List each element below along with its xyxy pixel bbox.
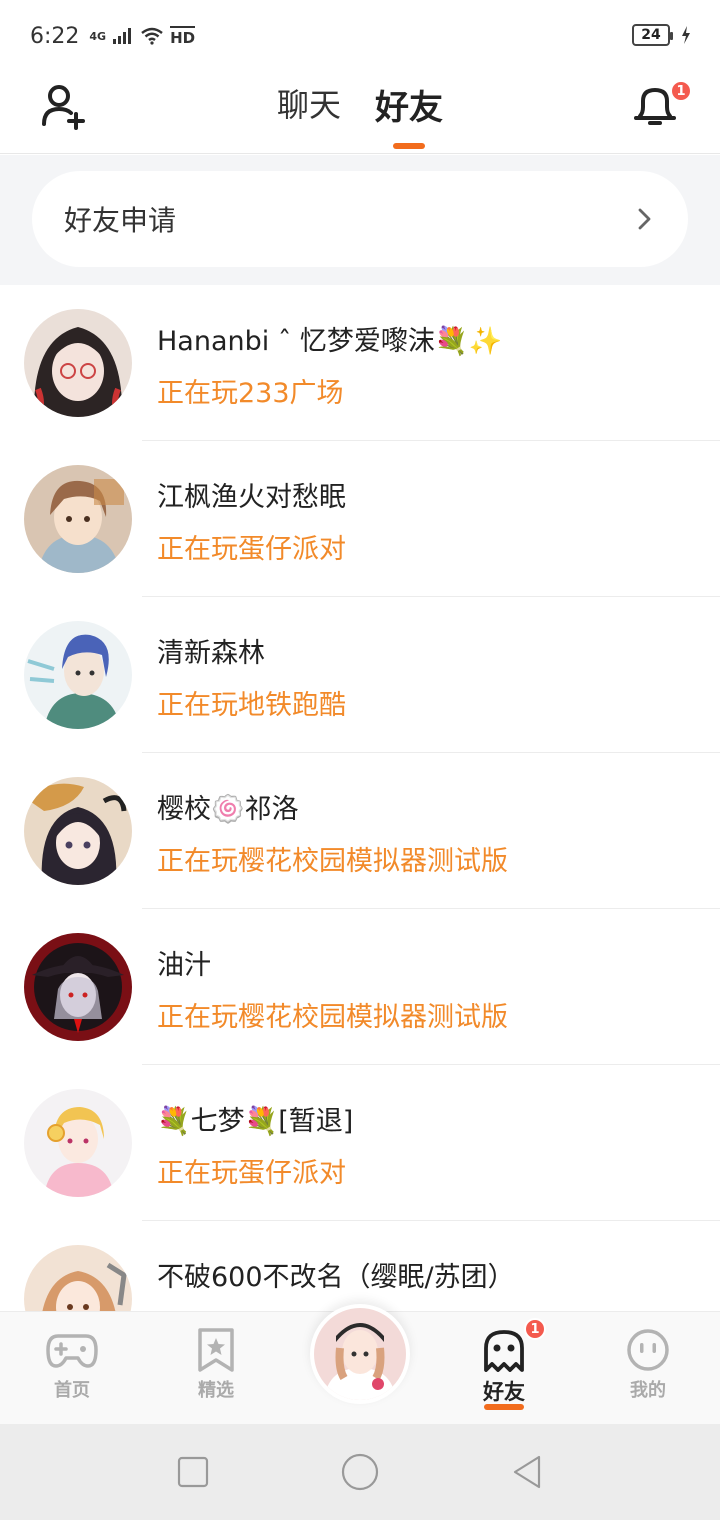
chevron-right-icon <box>638 208 651 230</box>
nav-friends[interactable]: 1 好友 <box>464 1318 546 1410</box>
avatar[interactable] <box>24 933 132 1041</box>
friend-item[interactable]: 清新森林 正在玩地铁跑酷 <box>0 597 720 753</box>
star-bookmark-icon <box>198 1328 234 1372</box>
center-avatar-button[interactable] <box>310 1304 410 1404</box>
friend-item[interactable]: 油汁 正在玩樱花校园模拟器测试版 <box>0 909 720 1065</box>
friend-item[interactable]: 不破600不改名（缨眠/苏团） <box>0 1221 720 1311</box>
nav-featured-label: 精选 <box>198 1380 234 1401</box>
friend-request-button[interactable]: 好友申请 <box>32 171 688 267</box>
friend-status: 正在玩樱花校园模拟器测试版 <box>157 846 508 877</box>
friend-status: 正在玩地铁跑酷 <box>157 690 346 721</box>
ghost-icon <box>484 1330 524 1372</box>
friend-list: Hananbi ˆ 忆梦爱嚟沫💐✨ 正在玩233广场 江枫渔火对愁眠 正在玩蛋仔… <box>0 285 720 1311</box>
system-nav-bar <box>0 1424 720 1520</box>
nav-home[interactable]: 首页 <box>32 1328 112 1402</box>
avatar[interactable] <box>24 777 132 885</box>
friend-request-label: 好友申请 <box>64 204 177 237</box>
friend-name: 江枫渔火对愁眠 <box>157 482 346 513</box>
friend-request-section: 好友申请 <box>0 155 720 285</box>
friend-name: Hananbi ˆ 忆梦爱嚟沫💐✨ <box>157 326 503 357</box>
face-icon <box>627 1329 669 1371</box>
friend-status: 正在玩蛋仔派对 <box>157 1158 346 1189</box>
friend-name: 💐七梦💐[暂退] <box>157 1106 354 1137</box>
nav-me-label: 我的 <box>630 1380 666 1401</box>
nav-featured[interactable]: 精选 <box>176 1328 256 1402</box>
nav-home-label: 首页 <box>54 1380 90 1401</box>
active-tab-indicator <box>393 143 425 149</box>
friend-name: 清新森林 <box>157 638 265 669</box>
tab-bar: 聊天 好友 <box>0 80 720 149</box>
friend-item[interactable]: 樱校🍥祁洛 正在玩樱花校园模拟器测试版 <box>0 753 720 909</box>
notification-button[interactable]: 1 <box>630 80 692 130</box>
friend-status: 正在玩233广场 <box>157 378 344 409</box>
friend-name: 不破600不改名（缨眠/苏团） <box>157 1262 515 1293</box>
wifi-icon <box>141 27 163 45</box>
network-label: 4G <box>89 29 107 43</box>
friend-status: 正在玩樱花校园模拟器测试版 <box>157 1002 508 1033</box>
friend-name: 油汁 <box>157 950 211 981</box>
avatar[interactable] <box>24 1089 132 1197</box>
nav-me[interactable]: 我的 <box>608 1328 688 1402</box>
friend-item[interactable]: 江枫渔火对愁眠 正在玩蛋仔派对 <box>0 441 720 597</box>
avatar[interactable] <box>24 465 132 573</box>
signal-icon <box>113 28 132 44</box>
status-icons: 4G HD <box>89 25 196 47</box>
friends-badge: 1 <box>524 1318 546 1340</box>
friend-name: 樱校🍥祁洛 <box>157 794 299 825</box>
friend-item[interactable]: Hananbi ˆ 忆梦爱嚟沫💐✨ 正在玩233广场 <box>0 285 720 441</box>
battery-icon: 24 <box>632 24 673 46</box>
status-bar: 6:22 4G HD 24 <box>0 0 720 72</box>
bottom-nav: 首页 精选 1 好友 我的 <box>0 1304 720 1424</box>
hd-label: HD <box>170 25 196 47</box>
status-time: 6:22 <box>30 23 80 49</box>
notification-badge: 1 <box>670 80 692 102</box>
avatar[interactable] <box>24 309 132 417</box>
recent-apps-icon[interactable] <box>173 1452 213 1492</box>
tab-friends-label: 好友 <box>375 88 443 128</box>
nav-friends-label: 好友 <box>483 1380 525 1404</box>
gamepad-icon <box>46 1334 98 1368</box>
friend-status: 正在玩蛋仔派对 <box>157 534 346 565</box>
avatar[interactable] <box>24 1245 132 1311</box>
avatar <box>314 1308 406 1400</box>
header: 聊天 好友 1 <box>0 72 720 154</box>
avatar[interactable] <box>24 621 132 729</box>
friend-item[interactable]: 💐七梦💐[暂退] 正在玩蛋仔派对 <box>0 1065 720 1221</box>
battery-area: 24 <box>632 24 692 46</box>
back-triangle-icon[interactable] <box>507 1452 547 1492</box>
tab-friends[interactable]: 好友 <box>375 80 443 149</box>
tab-chat-label: 聊天 <box>276 86 341 124</box>
home-circle-icon[interactable] <box>340 1452 380 1492</box>
battery-level: 24 <box>641 27 661 43</box>
tab-chat[interactable]: 聊天 <box>277 80 341 149</box>
charging-icon <box>682 26 690 44</box>
